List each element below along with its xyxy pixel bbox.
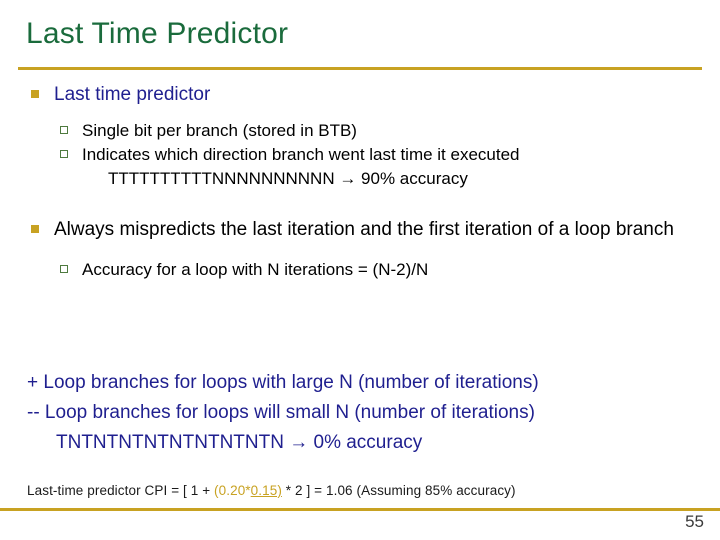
page-title: Last Time Predictor [26,17,289,50]
note-disadvantage-line: -- Loop branches for loops will small N … [27,402,535,423]
hollow-square-bullet-icon [60,265,68,273]
bullet-level2-indicates-direction: Indicates which direction branch went la… [0,143,720,191]
bullet-level1-label: Always mispredicts the last iteration an… [54,219,674,240]
title-divider [18,67,702,70]
bullet-level2-accuracy-formula: Accuracy for a loop with N iterations = … [0,258,720,282]
page-number: 55 [685,512,704,531]
footer-formula: Last-time predictor CPI = [ 1 + (0.20*0.… [27,482,516,500]
footer-formula-highlight-open: (0.20* [214,483,251,498]
bullet-level2-label: Accuracy for a loop with N iterations = … [82,260,429,279]
slide-body: Last time predictor Single bit per branc… [0,82,720,282]
footer-formula-part1: Last-time predictor CPI = [ 1 + [27,483,215,498]
bullet-level2-single-bit: Single bit per branch (stored in BTB) [0,119,720,143]
square-bullet-icon [31,90,39,98]
bullet-level2-label: Indicates which direction branch went la… [82,145,520,164]
hollow-square-bullet-icon [60,150,68,158]
hollow-square-bullet-icon [60,126,68,134]
notes-block: + Loop branches for loops with large N (… [0,368,720,458]
bullet-level1-always-mispredicts: Always mispredicts the last iteration an… [0,217,720,242]
title-block: Last Time Predictor [26,16,702,52]
bullet-level1-label: Last time predictor [54,84,211,105]
bullet-level2-label: Single bit per branch (stored in BTB) [82,121,357,140]
bullet-level1-last-time-predictor: Last time predictor [0,82,720,107]
footer-divider [0,508,720,511]
footer-formula-part2: * 2 ] = 1.06 (Assuming 85% accuracy) [281,483,516,498]
note-advantage-line: + Loop branches for loops with large N (… [27,372,539,393]
slide: Last Time Predictor Last time predictor … [0,0,720,540]
bullet-level2-continuation-sequence: TTTTTTTTTTNNNNNNNNNN → 90% accuracy [108,169,468,188]
square-bullet-icon [31,225,39,233]
footer-formula-highlight-underlined: 0.15) [250,483,282,498]
note-sequence-line: TNTNTNTNTNTNTNTNTN → 0% accuracy [56,432,423,453]
